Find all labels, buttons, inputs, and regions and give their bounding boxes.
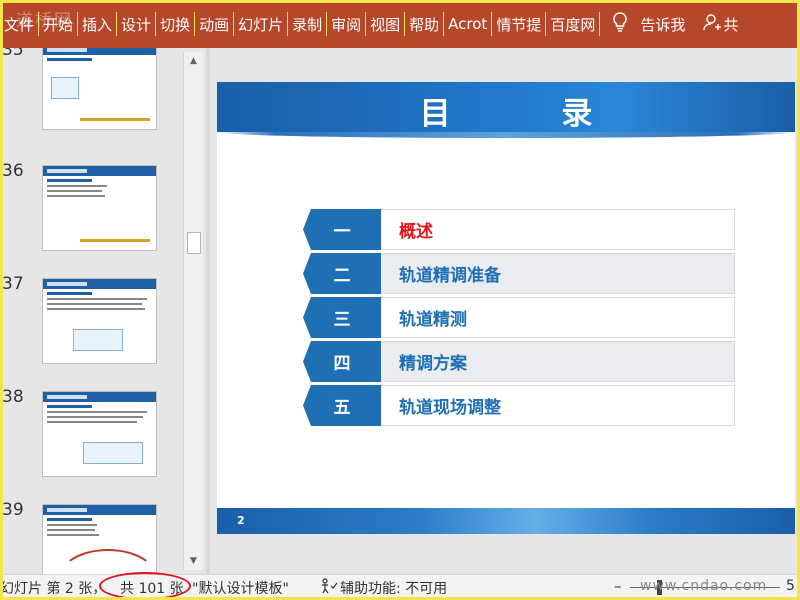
toc-number: 四 (303, 341, 381, 382)
status-slide-total: 共 101 张 (120, 581, 184, 597)
toc-number: 五 (303, 385, 381, 426)
toc-text: 概述 (381, 209, 735, 250)
tab-slideshow[interactable]: 幻灯片 (234, 12, 289, 36)
tab-help[interactable]: 帮助 (405, 12, 445, 36)
thumbnail-number: 36 (2, 161, 24, 181)
share-button[interactable]: 共 (703, 13, 738, 35)
slide-canvas[interactable]: 目 录 一 概述 二 轨道精调准备 三 轨道精测 四 精调方案 五 轨道现场调整… (217, 82, 795, 534)
status-bar: 幻灯片 第 2 张， 共 101 张 "默认设计模板" 辅助功能: 不可用 – … (0, 574, 800, 600)
slide-page-number: 2 (237, 514, 245, 527)
toc-text: 轨道精测 (381, 297, 735, 338)
slide-thumbnail-38[interactable]: 38 (0, 387, 180, 483)
thumbnail-image (42, 504, 157, 574)
tab-acrobat[interactable]: Acrot (444, 12, 493, 36)
tab-insert[interactable]: 插入 (78, 12, 118, 36)
tab-transitions[interactable]: 切换 (156, 12, 196, 36)
toc-item-5[interactable]: 五 轨道现场调整 (303, 385, 735, 426)
slide-thumbnail-35[interactable]: 35 (0, 48, 180, 136)
scroll-up-icon[interactable]: ▲ (184, 52, 203, 70)
tab-view[interactable]: 视图 (366, 12, 406, 36)
tab-animations[interactable]: 动画 (195, 12, 235, 36)
accessibility-label: 辅助功能: 不可用 (340, 581, 448, 597)
toc-item-4[interactable]: 四 精调方案 (303, 341, 735, 382)
zoom-out-button[interactable]: – (614, 577, 622, 595)
lightbulb-icon (610, 11, 630, 37)
toc-text: 精调方案 (381, 341, 735, 382)
toc-text: 轨道精调准备 (381, 253, 735, 294)
tell-me-box[interactable]: 告诉我 (610, 11, 685, 37)
accessibility-icon (320, 578, 338, 598)
thumbnail-number: 35 (2, 48, 24, 60)
scroll-thumb[interactable] (187, 232, 201, 254)
watermark-logo: 道桥网 (16, 11, 73, 31)
thumbnail-image (42, 165, 157, 251)
ribbon-tabs: 道桥网 文件 开始 插入 设计 切换 动画 幻灯片 录制 审阅 视图 帮助 Ac… (0, 0, 800, 48)
accessibility-status[interactable]: 辅助功能: 不可用 (320, 578, 447, 598)
tab-storyboard[interactable]: 情节提 (492, 12, 547, 36)
toc-number: 二 (303, 253, 381, 294)
thumbnail-image (42, 391, 157, 477)
tab-review[interactable]: 审阅 (327, 12, 367, 36)
slide-thumbnail-39[interactable]: 39 (0, 500, 180, 574)
thumbnail-scrollbar[interactable]: ▲ ▼ (183, 52, 203, 570)
pane-splitter[interactable] (206, 48, 210, 574)
tab-baidu-netdisk[interactable]: 百度网 (546, 12, 601, 36)
slide-title[interactable]: 目 录 (217, 88, 795, 133)
thumbnail-number: 39 (2, 500, 24, 520)
table-of-contents: 一 概述 二 轨道精调准备 三 轨道精测 四 精调方案 五 轨道现场调整 (303, 209, 735, 429)
tab-record[interactable]: 录制 (288, 12, 328, 36)
thumbnail-number: 38 (2, 387, 24, 407)
toc-number: 一 (303, 209, 381, 250)
tab-design[interactable]: 设计 (117, 12, 157, 36)
slide-thumbnail-37[interactable]: 37 (0, 274, 180, 370)
tell-me-label: 告诉我 (640, 15, 686, 34)
status-slide-info: 幻灯片 第 2 张， (0, 581, 107, 597)
watermark-site: www.cndao.com (640, 578, 768, 594)
zoom-level[interactable]: 5 (786, 578, 795, 594)
slide-thumbnail-pane[interactable]: 35 36 37 38 39 (0, 48, 208, 574)
thumbnail-number: 37 (2, 274, 24, 294)
toc-number: 三 (303, 297, 381, 338)
status-theme-name: "默认设计模板" (192, 581, 289, 597)
toc-text: 轨道现场调整 (381, 385, 735, 426)
thumbnail-image (42, 278, 157, 364)
toc-item-2[interactable]: 二 轨道精调准备 (303, 253, 735, 294)
slide-footer-band: 2 (217, 508, 795, 534)
share-label: 共 (723, 15, 739, 34)
scroll-down-icon[interactable]: ▼ (184, 552, 203, 570)
slide-thumbnail-36[interactable]: 36 (0, 161, 180, 257)
toc-item-3[interactable]: 三 轨道精测 (303, 297, 735, 338)
thumbnail-image (42, 48, 157, 130)
person-icon (703, 13, 722, 35)
toc-item-1[interactable]: 一 概述 (303, 209, 735, 250)
